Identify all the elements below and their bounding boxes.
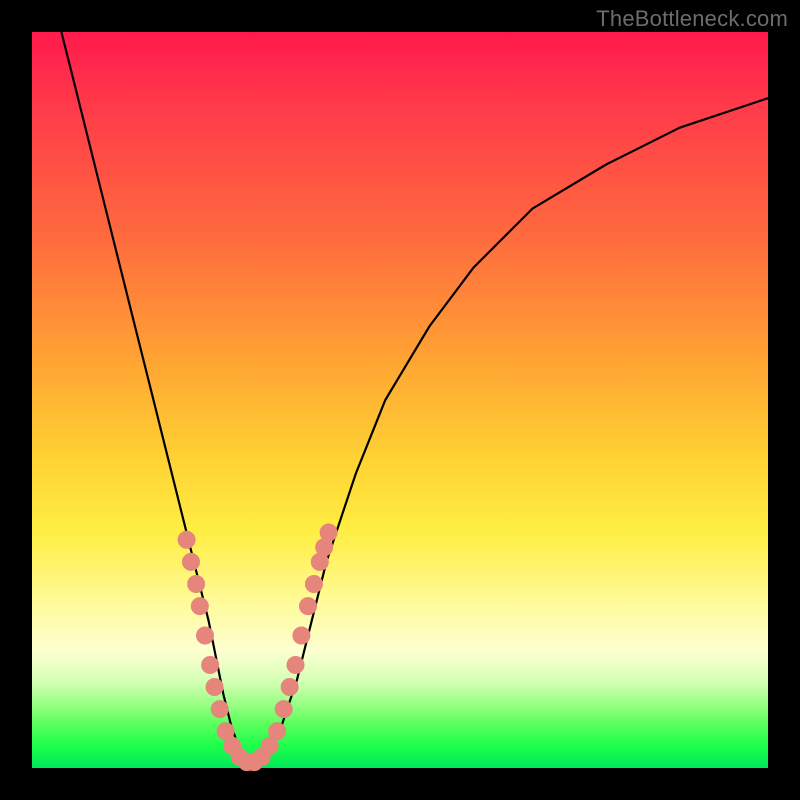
marker-dot xyxy=(202,657,219,674)
marker-dot xyxy=(178,531,195,548)
bottleneck-curve-svg xyxy=(32,32,768,768)
marker-dot xyxy=(197,627,214,644)
marker-dot xyxy=(188,576,205,593)
page-frame: TheBottleneck.com xyxy=(0,0,800,800)
bottleneck-curve xyxy=(61,32,768,768)
marker-dots-group xyxy=(178,524,337,771)
marker-dot xyxy=(287,657,304,674)
marker-dot xyxy=(269,723,286,740)
watermark-text: TheBottleneck.com xyxy=(596,6,788,32)
marker-dot xyxy=(281,679,298,696)
marker-dot xyxy=(211,701,228,718)
marker-dot xyxy=(275,701,292,718)
marker-dot xyxy=(183,553,200,570)
marker-dot xyxy=(293,627,310,644)
marker-dot xyxy=(305,576,322,593)
plot-area xyxy=(32,32,768,768)
marker-dot xyxy=(191,598,208,615)
marker-dot xyxy=(300,598,317,615)
marker-dot xyxy=(320,524,337,541)
marker-dot xyxy=(206,679,223,696)
